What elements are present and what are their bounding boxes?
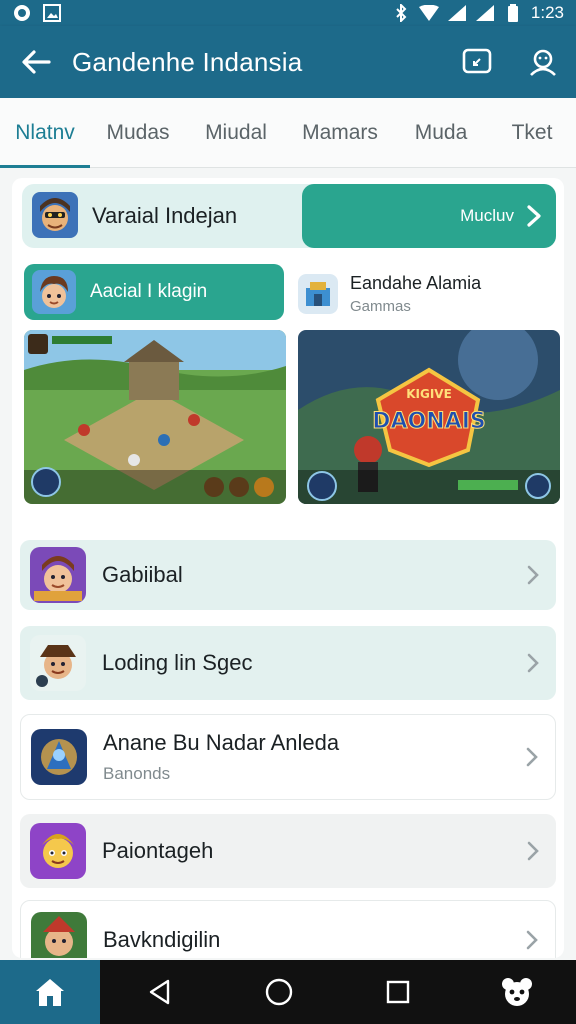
list-item-name: Gabiibal [102, 562, 183, 587]
game-icon-3 [31, 729, 87, 785]
logo-main-text: DAONAIS [372, 409, 485, 434]
list-item[interactable]: Gabiibal [20, 540, 556, 610]
list-item-subtitle: Banonds [103, 764, 171, 783]
whatsapp-icon [12, 4, 32, 22]
bluetooth-icon [391, 4, 411, 22]
tab-tket[interactable]: Tket [488, 98, 576, 168]
signal-icon-2 [475, 4, 495, 22]
chat-button[interactable] [444, 26, 510, 98]
tab-miudal[interactable]: Miudal [186, 98, 286, 168]
back-button[interactable] [0, 26, 72, 98]
logo-top-text: KIGIVE [406, 387, 452, 401]
chevron-right-icon [516, 834, 550, 868]
game-pill-button[interactable]: Aacial I klagin [24, 264, 284, 320]
mini-subtitle: Gammas [350, 298, 411, 315]
system-nav-bar [0, 960, 576, 1024]
signal-icon [447, 4, 467, 22]
chevron-right-icon [516, 558, 550, 592]
profile-button[interactable] [510, 26, 576, 98]
status-bar: 1:23 [0, 0, 576, 26]
bear-icon [501, 978, 532, 1006]
content-card: Varaial Indejan Mucluv Aacial I klagin E… [12, 178, 564, 958]
tab-muda[interactable]: Muda [394, 98, 488, 168]
home-tab-button[interactable] [0, 960, 100, 1024]
list-item[interactable]: Paiontageh [20, 814, 556, 888]
list-item-name: Anane Bu Nadar Anleda [103, 730, 340, 755]
list-item[interactable]: Anane Bu Nadar Anleda Banonds [20, 714, 556, 800]
featured-title: Varaial Indejan [92, 203, 238, 228]
assistant-button[interactable] [457, 960, 576, 1024]
nav-back-button[interactable] [100, 960, 219, 1024]
game-screenshot-2[interactable]: KIGIVE DAONAIS [298, 330, 560, 504]
list-item[interactable]: Bavkndigilin [20, 900, 556, 958]
nav-back-icon [149, 979, 169, 1005]
list-item-name: Paiontageh [102, 838, 214, 863]
chevron-right-icon [516, 646, 550, 680]
page-title: Gandenhe Indansia [72, 46, 303, 77]
mini-game-item[interactable]: Eandahe Alamia Gammas [298, 268, 558, 320]
list-item[interactable]: Loding lin Sgec [20, 626, 556, 700]
status-time: 1:23 [530, 3, 564, 22]
chevron-right-icon [515, 740, 549, 774]
featured-banner[interactable]: Varaial Indejan Mucluv [22, 184, 556, 248]
game-icon [298, 274, 338, 314]
chat-icon [462, 48, 492, 74]
game-screenshot-1[interactable] [24, 330, 286, 504]
featured-cta-label: Mucluv [460, 206, 514, 225]
profile-icon [530, 49, 556, 76]
tab-mudas[interactable]: Mudas [90, 98, 186, 168]
tab-nlatnv[interactable]: Nlatnv [0, 98, 90, 168]
nav-home-button[interactable] [219, 960, 338, 1024]
tab-mamars[interactable]: Mamars [286, 98, 394, 168]
pill-label: Aacial I klagin [90, 281, 208, 302]
game-icon-1 [30, 547, 86, 603]
battery-icon [503, 4, 523, 22]
game-icon-4 [30, 823, 86, 879]
home-icon [36, 979, 64, 1006]
featured-cta-button[interactable]: Mucluv [302, 184, 556, 248]
tab-bar: Nlatnv Mudas Miudal Mamars Muda Tket [0, 98, 576, 168]
mini-title: Eandahe Alamia [350, 273, 482, 293]
list-item-name: Loding lin Sgec [102, 650, 253, 675]
back-arrow-icon [22, 50, 51, 74]
list-item-name: Bavkndigilin [103, 927, 221, 952]
wifi-icon [418, 4, 439, 22]
hero-avatar [32, 270, 76, 314]
game-avatar [32, 192, 78, 238]
nav-home-icon [265, 978, 292, 1006]
gallery-icon [42, 4, 62, 22]
chevron-right-icon [515, 923, 549, 957]
chevron-right-icon [527, 205, 541, 227]
nav-recents-icon [386, 980, 409, 1004]
app-bar: Gandenhe Indansia [0, 26, 576, 98]
nav-recents-button[interactable] [338, 960, 457, 1024]
game-icon-2 [30, 635, 86, 691]
game-icon-5 [31, 912, 87, 958]
